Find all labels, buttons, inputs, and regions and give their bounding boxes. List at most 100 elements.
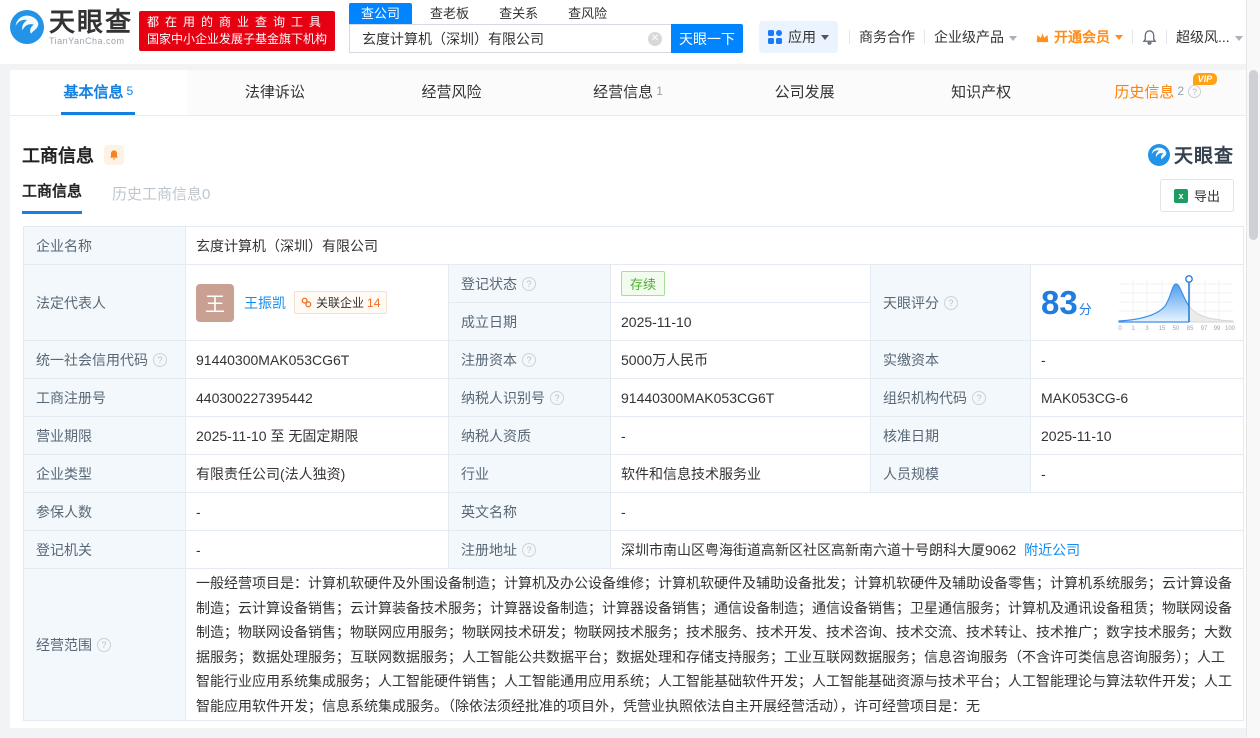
scrollbar-thumb[interactable] — [1249, 70, 1258, 240]
tab-basic-info[interactable]: 基本信息 5 — [10, 70, 187, 115]
search-area: 查公司 查老板 查关系 查风险 ✕ 天眼一下 — [349, 3, 744, 53]
field-label: 工商注册号 — [23, 378, 186, 417]
field-label: 行业 — [448, 454, 611, 493]
subtab-history-business-info[interactable]: 历史工商信息0 — [112, 183, 210, 214]
search-tab-relation[interactable]: 查关系 — [487, 3, 550, 24]
company-type-value: 有限责任公司(法人独资) — [185, 454, 449, 493]
credit-code-value: 91440300MAK053CG6T — [185, 340, 449, 379]
field-label: 组织机构代码? — [870, 378, 1031, 417]
tab-intellectual-property[interactable]: 知识产权 — [893, 70, 1070, 115]
tab-operating-risk[interactable]: 经营风险 — [363, 70, 540, 115]
related-companies-badge[interactable]: 关联企业 14 — [294, 291, 388, 314]
score-marker-pin — [1185, 274, 1193, 283]
tianyancha-logo[interactable]: 天眼查 TianYanCha.com — [10, 8, 133, 46]
top-header: 天眼查 TianYanCha.com 都在用的商业查询工具 国家中小企业发展子基… — [0, 0, 1260, 64]
tab-count: 1 — [656, 84, 663, 98]
notice-bell-icon[interactable] — [104, 144, 124, 165]
taxpayer-id-value: 91440300MAK053CG6T — [610, 378, 871, 417]
field-label: 成立日期 — [448, 302, 611, 341]
field-label: 登记机关 — [23, 530, 186, 569]
field-label: 统一社会信用代码? — [23, 340, 186, 379]
help-icon: ? — [1188, 84, 1202, 98]
reg-authority-value: - — [185, 530, 449, 569]
reg-number-value: 440300227395442 — [185, 378, 449, 417]
menu-super-risk[interactable]: 超级风... — [1176, 27, 1243, 47]
search-input[interactable] — [349, 24, 672, 53]
subtab-business-info[interactable]: 工商信息 — [22, 180, 83, 214]
field-label: 纳税人识别号? — [448, 378, 611, 417]
tianyancha-watermark-icon — [1147, 143, 1170, 166]
apps-label: 应用 — [788, 29, 817, 45]
field-label: 注册地址? — [448, 530, 611, 569]
tab-history-info[interactable]: 历史信息 2? VIP — [1069, 70, 1246, 115]
sub-tabs: 工商信息 历史工商信息0 x 导出 — [22, 179, 1238, 214]
search-tab-boss[interactable]: 查老板 — [418, 3, 481, 24]
taxpayer-quality-value: - — [610, 416, 871, 455]
help-icon[interactable]: ? — [522, 276, 536, 291]
field-label: 人员规模 — [870, 454, 1031, 493]
insured-value: - — [185, 492, 449, 531]
establish-date-value: 2025-11-10 — [610, 302, 871, 341]
nearby-companies-link[interactable]: 附近公司 — [1024, 542, 1080, 558]
clear-search-icon[interactable]: ✕ — [648, 32, 663, 46]
table-row: 营业期限 2025-11-10 至 无固定期限 纳税人资质 - 核准日期 202… — [23, 416, 1245, 455]
menu-enterprise[interactable]: 企业级产品 — [934, 27, 1018, 47]
table-row: 企业名称 玄度计算机（深圳）有限公司 — [23, 226, 1245, 265]
search-button[interactable]: 天眼一下 — [671, 24, 744, 53]
chevron-down-icon — [821, 34, 830, 40]
help-icon[interactable]: ? — [972, 390, 986, 405]
excel-icon: x — [1173, 188, 1188, 203]
search-tab-company[interactable]: 查公司 — [349, 3, 413, 24]
search-tab-risk[interactable]: 查风险 — [556, 3, 619, 24]
reg-capital-value: 5000万人民币 — [610, 340, 871, 379]
notification-bell-icon[interactable] — [1141, 29, 1158, 46]
slogan-badge: 都在用的商业查询工具 国家中小企业发展子基金旗下机构 — [139, 11, 336, 51]
help-icon[interactable]: ? — [153, 352, 167, 367]
tab-legal[interactable]: 法律诉讼 — [187, 70, 364, 115]
apps-menu[interactable]: 应用 — [759, 21, 839, 53]
table-row: 企业类型 有限责任公司(法人独资) 行业 软件和信息技术服务业 人员规模 - — [23, 454, 1245, 493]
svg-text:100: 100 — [1225, 326, 1235, 332]
field-label: 营业期限 — [23, 416, 186, 455]
table-row: 经营范围? 一般经营项目是：计算机软硬件及外围设备制造；计算机及办公设备维修；计… — [23, 568, 1245, 721]
top-menu: 应用 商务合作 企业级产品 开通会员 超级风... — [759, 21, 1252, 53]
help-icon[interactable]: ? — [550, 390, 564, 405]
slogan-line2: 国家中小企业发展子基金旗下机构 — [147, 32, 328, 46]
tab-company-development[interactable]: 公司发展 — [716, 70, 893, 115]
slogan-line1: 都在用的商业查询工具 — [147, 15, 328, 29]
score-value: 83 — [1041, 284, 1078, 321]
svg-text:1: 1 — [1131, 326, 1135, 332]
field-label: 注册资本? — [448, 340, 611, 379]
business-scope-value: 一般经营项目是：计算机软硬件及外围设备制造；计算机及办公设备维修；计算机软硬件及… — [184, 568, 1245, 721]
approval-date-value: 2025-11-10 — [1029, 416, 1245, 455]
help-icon[interactable]: ? — [522, 352, 536, 367]
menu-vip[interactable]: 开通会员 — [1035, 27, 1124, 47]
field-label: 经营范围? — [23, 568, 186, 721]
tab-operating-info[interactable]: 经营信息 1 — [540, 70, 717, 115]
score-cell: 83 分 0 1 3 15 50 85 97 99 100 — [1029, 264, 1245, 341]
search-tabs: 查公司 查老板 查关系 查风险 — [349, 3, 743, 24]
svg-text:15: 15 — [1159, 326, 1166, 332]
menu-cooperation[interactable]: 商务合作 — [859, 27, 915, 47]
export-button[interactable]: x 导出 — [1159, 179, 1234, 212]
scrollbar[interactable] — [1246, 0, 1260, 738]
company-nav-tabs: 基本信息 5 法律诉讼 经营风险 经营信息 1 公司发展 知识产权 历史信息 2? VI… — [10, 70, 1246, 116]
business-info-card: 工商信息 天眼查 工商信息 历史工商信息0 x 导出 企业名称 玄度计算机（深圳… — [10, 116, 1246, 728]
business-term-value: 2025-11-10 至 无固定期限 — [185, 416, 449, 455]
legal-rep-link[interactable]: 王振凯 — [244, 293, 286, 313]
table-row: 参保人数 - 英文名称 - — [23, 492, 1245, 531]
help-icon[interactable]: ? — [97, 637, 111, 652]
avatar[interactable]: 王 — [196, 283, 234, 322]
tab-count: 2 — [1177, 84, 1185, 98]
english-name-value: - — [609, 492, 1245, 531]
help-icon[interactable]: ? — [944, 295, 958, 310]
help-icon[interactable]: ? — [522, 542, 536, 557]
industry-value: 软件和信息技术服务业 — [610, 454, 871, 493]
status-badge: 存续 — [621, 271, 666, 296]
svg-text:97: 97 — [1201, 326, 1208, 332]
logo-domain: TianYanCha.com — [49, 36, 125, 46]
chevron-down-icon — [1009, 35, 1018, 41]
company-name-value: 玄度计算机（深圳）有限公司 — [184, 226, 1245, 265]
tab-count: 5 — [126, 84, 134, 98]
legal-rep-cell: 王 王振凯 关联企业 14 — [185, 264, 449, 341]
